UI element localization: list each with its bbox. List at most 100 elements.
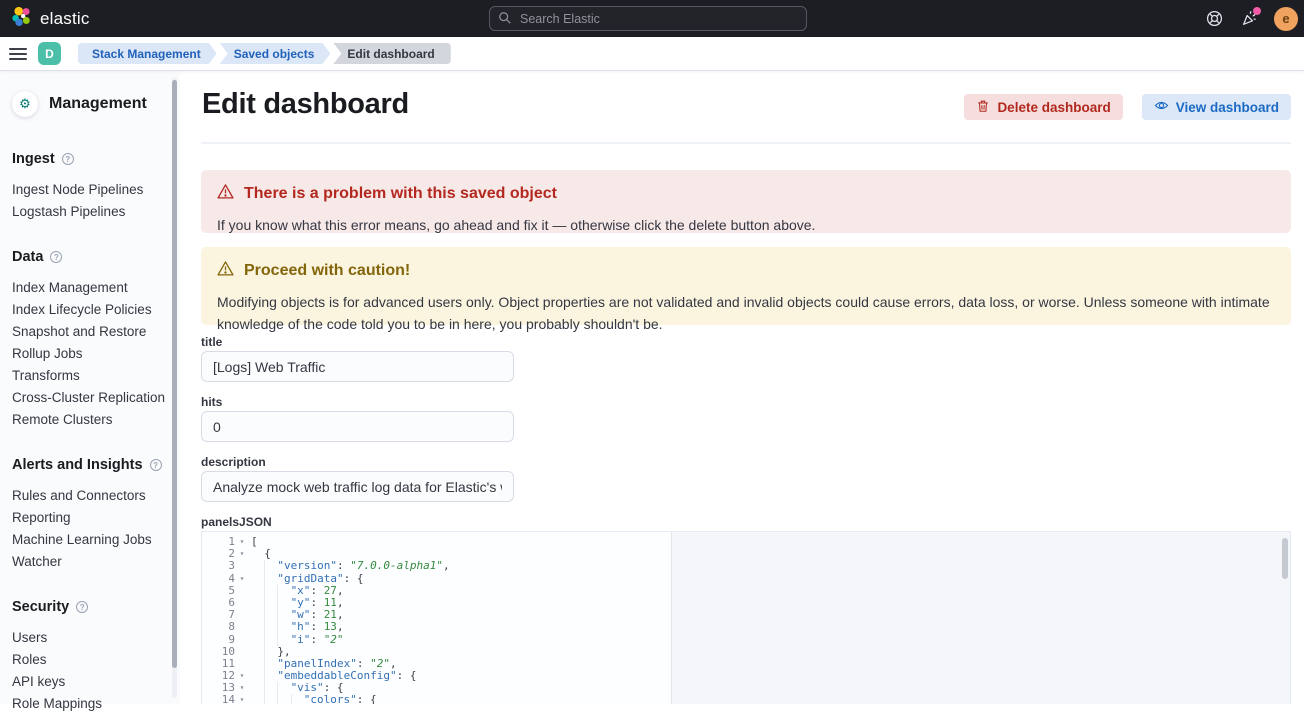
notification-dot (1253, 7, 1261, 15)
fold-spacer (235, 646, 249, 658)
indent-guide (264, 658, 277, 670)
sidebar-item-cross-cluster-replication[interactable]: Cross-Cluster Replication (12, 387, 180, 409)
sidebar-section-label: Alerts and Insights (12, 457, 143, 473)
indent-guide (264, 682, 277, 694)
code-token: 13 (324, 621, 337, 633)
newsfeed-icon[interactable] (1239, 9, 1259, 29)
code-token: : { (357, 694, 377, 704)
view-dashboard-button[interactable]: View dashboard (1142, 94, 1291, 120)
sidebar-section-alerts-and-insights: Alerts and Insights (12, 455, 180, 475)
sidebar-item-index-lifecycle-policies[interactable]: Index Lifecycle Policies (12, 299, 180, 321)
editor-line-1[interactable]: 1▾[ (202, 536, 1290, 548)
sidebar-scrollbar[interactable] (172, 80, 177, 668)
sidebar-item-ingest-node-pipelines[interactable]: Ingest Node Pipelines (12, 179, 180, 201)
sidebar-item-reporting[interactable]: Reporting (12, 507, 180, 529)
sidebar-section-label: Ingest (12, 151, 55, 167)
sidebar-item-transforms[interactable]: Transforms (12, 365, 180, 387)
editor-scrollbar[interactable] (1282, 538, 1288, 579)
title-field[interactable] (201, 351, 514, 382)
indent-guide (264, 670, 277, 682)
editor-line-12[interactable]: 12▾"embeddableConfig": { (202, 670, 1290, 682)
sidebar-item-rollup-jobs[interactable]: Rollup Jobs (12, 343, 180, 365)
sidebar-item-remote-clusters[interactable]: Remote Clusters (12, 409, 180, 431)
warning-callout: Proceed with caution! Modifying objects … (201, 247, 1291, 325)
code-token: "i" (291, 634, 311, 646)
indent-guide (264, 694, 277, 704)
alert-triangle-icon (217, 260, 234, 282)
code-token: : (337, 560, 350, 572)
description-field[interactable] (201, 471, 514, 502)
fold-arrow-icon[interactable]: ▾ (235, 536, 249, 548)
sidebar-header[interactable]: ⚙ Management (12, 91, 180, 117)
hits-field[interactable] (201, 411, 514, 442)
fold-arrow-icon[interactable]: ▾ (235, 548, 249, 560)
fold-arrow-icon[interactable]: ▾ (235, 682, 249, 694)
panelsjson-field-label: panelsJSON (201, 515, 272, 529)
code-token: "h" (291, 621, 311, 633)
sidebar-item-watcher[interactable]: Watcher (12, 551, 180, 573)
brand-name: elastic (40, 9, 90, 29)
elastic-logo[interactable]: elastic (0, 6, 90, 32)
breadcrumb-item-saved-objects[interactable]: Saved objects (220, 43, 331, 64)
editor-line-9[interactable]: 9"i": "2" (202, 634, 1290, 646)
eye-icon (1154, 98, 1169, 116)
fold-arrow-icon[interactable]: ▾ (235, 694, 249, 704)
editor-line-3[interactable]: 3"version": "7.0.0-alpha1", (202, 560, 1290, 572)
indent-guide (277, 609, 290, 621)
editor-line-7[interactable]: 7"w": 21, (202, 609, 1290, 621)
search-input[interactable] (489, 6, 807, 31)
editor-line-6[interactable]: 6"y": 11, (202, 597, 1290, 609)
code-token: "version" (277, 560, 337, 572)
warning-callout-body: Modifying objects is for advanced users … (217, 291, 1275, 335)
view-dashboard-label: View dashboard (1176, 100, 1279, 115)
indent-guide (277, 682, 290, 694)
user-avatar[interactable]: e (1274, 7, 1298, 31)
sidebar-section-data: Data (12, 247, 180, 267)
indent-guide (291, 694, 304, 704)
fold-spacer (235, 597, 249, 609)
sidebar-item-role-mappings[interactable]: Role Mappings (12, 693, 180, 715)
fold-spacer (235, 560, 249, 572)
space-badge[interactable]: D (38, 42, 61, 65)
code-token: : (310, 621, 323, 633)
code-token: { (264, 548, 271, 560)
trash-icon (976, 99, 990, 116)
line-content: [ (249, 536, 258, 548)
breadcrumb: Stack ManagementSaved objectsEdit dashbo… (78, 43, 451, 64)
indent-guide (277, 634, 290, 646)
topbar-right-controls: e (1204, 0, 1298, 37)
line-content: "colors": { (249, 694, 377, 704)
sidebar-item-machine-learning-jobs[interactable]: Machine Learning Jobs (12, 529, 180, 551)
editor-line-14[interactable]: 14▾"colors": { (202, 694, 1290, 704)
code-token: "7.0.0-alpha1" (350, 560, 443, 572)
sidebar-item-logstash-pipelines[interactable]: Logstash Pipelines (12, 201, 180, 223)
line-content: "version": "7.0.0-alpha1", (249, 560, 450, 572)
line-content: "i": "2" (249, 634, 344, 646)
code-token: "2" (324, 634, 344, 646)
sidebar-item-users[interactable]: Users (12, 627, 180, 649)
panelsjson-code-editor[interactable]: 1▾[2▾{3"version": "7.0.0-alpha1",4▾"grid… (201, 531, 1291, 704)
indent-guide (277, 694, 290, 704)
editor-line-8[interactable]: 8"h": 13, (202, 621, 1290, 633)
delete-dashboard-button[interactable]: Delete dashboard (964, 94, 1122, 120)
warning-callout-title: Proceed with caution! (244, 262, 410, 280)
error-callout: There is a problem with this saved objec… (201, 170, 1291, 233)
sidebar-item-rules-and-connectors[interactable]: Rules and Connectors (12, 485, 180, 507)
indent-guide (264, 621, 277, 633)
editor-line-5[interactable]: 5"x": 27, (202, 585, 1290, 597)
help-icon[interactable] (1204, 9, 1224, 29)
section-help-icon (150, 459, 162, 471)
editor-line-4[interactable]: 4▾"gridData": { (202, 573, 1290, 585)
indent-guide (277, 621, 290, 633)
sidebar-item-roles[interactable]: Roles (12, 649, 180, 671)
sidebar-item-index-management[interactable]: Index Management (12, 277, 180, 299)
breadcrumb-item-stack-management[interactable]: Stack Management (78, 43, 217, 64)
menu-icon[interactable] (9, 45, 27, 63)
sidebar-item-api-keys[interactable]: API keys (12, 671, 180, 693)
line-number: 4 (202, 573, 235, 585)
global-search[interactable] (489, 6, 807, 31)
fold-arrow-icon[interactable]: ▾ (235, 670, 249, 682)
fold-arrow-icon[interactable]: ▾ (235, 573, 249, 585)
indent-guide (264, 646, 277, 658)
sidebar-item-snapshot-and-restore[interactable]: Snapshot and Restore (12, 321, 180, 343)
